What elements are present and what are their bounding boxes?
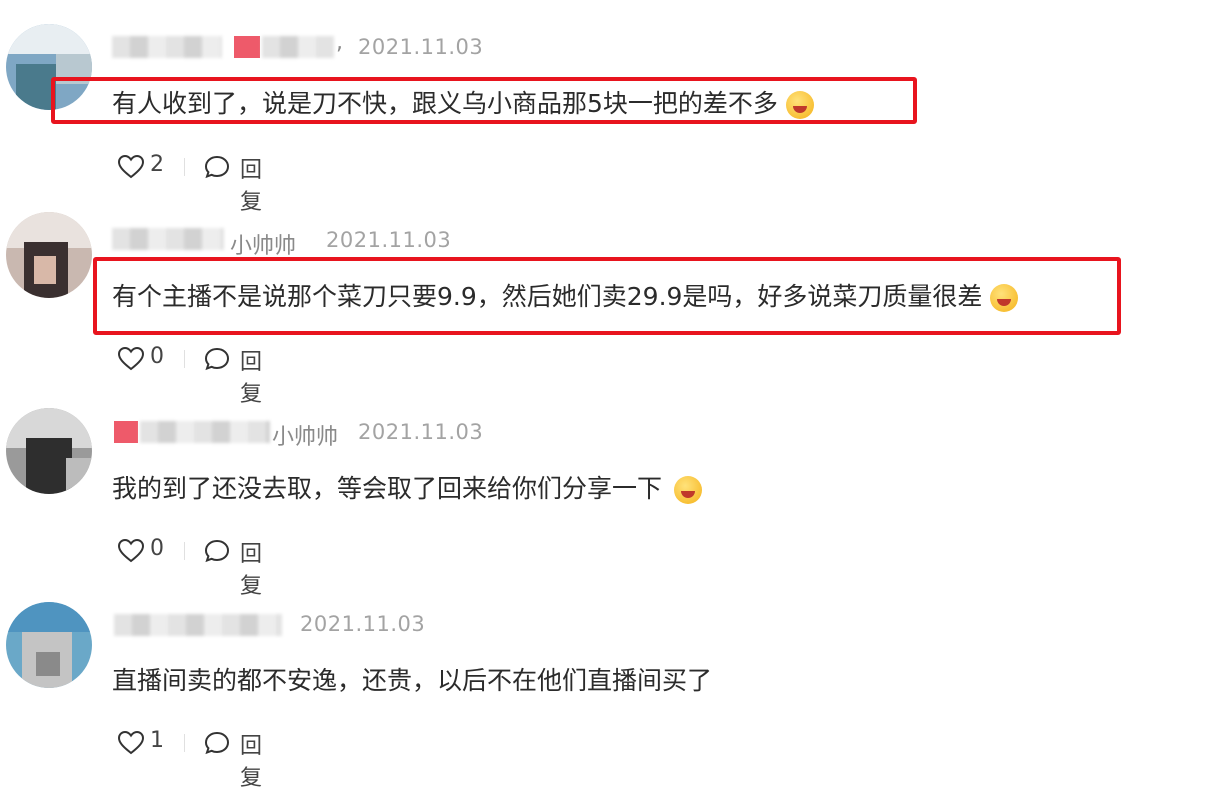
comment-text: 有人收到了，说是刀不快，跟义乌小商品那5块一把的差不多 (112, 84, 814, 120)
heart-icon[interactable] (118, 347, 144, 371)
divider (184, 158, 185, 176)
like-count: 2 (150, 152, 164, 177)
reply-bubble-icon[interactable] (204, 731, 230, 755)
username-blurred-badge (234, 36, 260, 58)
comment-date: 2021.11.03 (300, 612, 426, 636)
like-count: 0 (150, 536, 164, 561)
reply-bubble-icon[interactable] (204, 347, 230, 371)
heart-icon[interactable] (118, 155, 144, 179)
comment-text-content: 我的到了还没去取，等会取了回来给你们分享一下 (112, 474, 663, 503)
username-blurred[interactable] (112, 228, 224, 250)
comment-text-content: 有人收到了，说是刀不快，跟义乌小商品那5块一把的差不多 (112, 89, 778, 118)
tears-of-joy-emoji-icon (990, 284, 1019, 312)
username-blurred[interactable] (112, 36, 222, 58)
avatar[interactable] (6, 212, 92, 298)
heart-icon[interactable] (118, 539, 144, 563)
username-blurred[interactable] (114, 614, 282, 636)
comment-text: 有个主播不是说那个菜刀只要9.9，然后她们卖29.9是吗，好多说菜刀质量很差 (112, 277, 1019, 313)
username-blurred-badge (114, 421, 138, 443)
username-suffix: 小帅帅 (230, 234, 297, 259)
reply-bubble-icon[interactable] (204, 155, 230, 179)
comment-text-content: 直播间卖的都不安逸，还贵，以后不在他们直播间买了 (112, 666, 713, 695)
tears-of-joy-emoji-icon (785, 91, 814, 119)
username-blurred[interactable] (262, 36, 334, 58)
avatar[interactable] (6, 602, 92, 688)
reply-bubble-icon[interactable] (204, 539, 230, 563)
comment-date: 2021.11.03 (358, 420, 484, 444)
grinning-face-emoji-icon (674, 476, 703, 504)
reply-button[interactable]: 回复 (240, 152, 262, 216)
comment-text: 我的到了还没去取，等会取了回来给你们分享一下 (112, 469, 703, 505)
username-blurred[interactable] (140, 421, 270, 443)
divider (184, 734, 185, 752)
comment-date: 2021.11.03 (326, 228, 452, 252)
heart-icon[interactable] (118, 731, 144, 755)
username-suffix: , (336, 30, 343, 55)
comment-date: 2021.11.03 (358, 35, 484, 59)
reply-button[interactable]: 回复 (240, 536, 262, 600)
avatar[interactable] (6, 408, 92, 494)
divider (184, 350, 185, 368)
comment-text: 直播间卖的都不安逸，还贵，以后不在他们直播间买了 (112, 661, 712, 697)
like-count: 0 (150, 344, 164, 369)
comment-text-content: 有个主播不是说那个菜刀只要9.9，然后她们卖29.9是吗，好多说菜刀质量很差 (112, 282, 983, 311)
username-suffix: 小帅帅 (272, 425, 339, 450)
like-count: 1 (150, 728, 164, 753)
reply-button[interactable]: 回复 (240, 344, 262, 408)
divider (184, 542, 185, 560)
reply-button[interactable]: 回复 (240, 728, 262, 792)
